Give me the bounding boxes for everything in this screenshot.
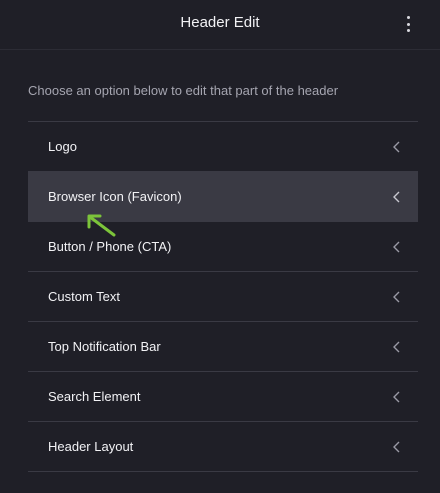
- header-edit-panel: Header Edit Choose an option below to ed…: [0, 0, 440, 493]
- option-label: Button / Phone (CTA): [48, 239, 172, 254]
- page-title: Header Edit: [180, 14, 260, 31]
- chevron-left-icon: [393, 341, 400, 353]
- kebab-menu-icon[interactable]: [404, 16, 412, 32]
- option-custom-text[interactable]: Custom Text: [28, 272, 418, 322]
- option-label: Custom Text: [48, 289, 121, 304]
- option-label: Top Notification Bar: [48, 339, 161, 354]
- option-top-notification-bar[interactable]: Top Notification Bar: [28, 322, 418, 372]
- option-search-element[interactable]: Search Element: [28, 372, 418, 422]
- menu-dot: [406, 29, 410, 32]
- intro-text: Choose an option below to edit that part…: [28, 83, 339, 98]
- chevron-left-icon: [393, 241, 400, 253]
- chevron-left-icon: [393, 191, 400, 203]
- option-header-layout[interactable]: Header Layout: [28, 422, 418, 472]
- chevron-left-icon: [393, 391, 400, 403]
- option-button-phone[interactable]: Button / Phone (CTA): [28, 222, 418, 272]
- option-browser-icon[interactable]: Browser Icon (Favicon): [28, 172, 418, 222]
- header-options-list: Logo Browser Icon (Favicon) Button / Pho…: [28, 121, 418, 472]
- menu-dot: [406, 22, 410, 26]
- option-logo[interactable]: Logo: [28, 122, 418, 172]
- chevron-left-icon: [393, 141, 400, 153]
- chevron-left-icon: [393, 441, 400, 453]
- menu-dot: [406, 16, 410, 19]
- chevron-left-icon: [393, 291, 400, 303]
- panel-header: Header Edit: [0, 0, 440, 50]
- option-label: Logo: [48, 139, 77, 154]
- option-label: Header Layout: [48, 439, 134, 454]
- option-label: Search Element: [48, 389, 141, 404]
- option-label: Browser Icon (Favicon): [48, 189, 182, 204]
